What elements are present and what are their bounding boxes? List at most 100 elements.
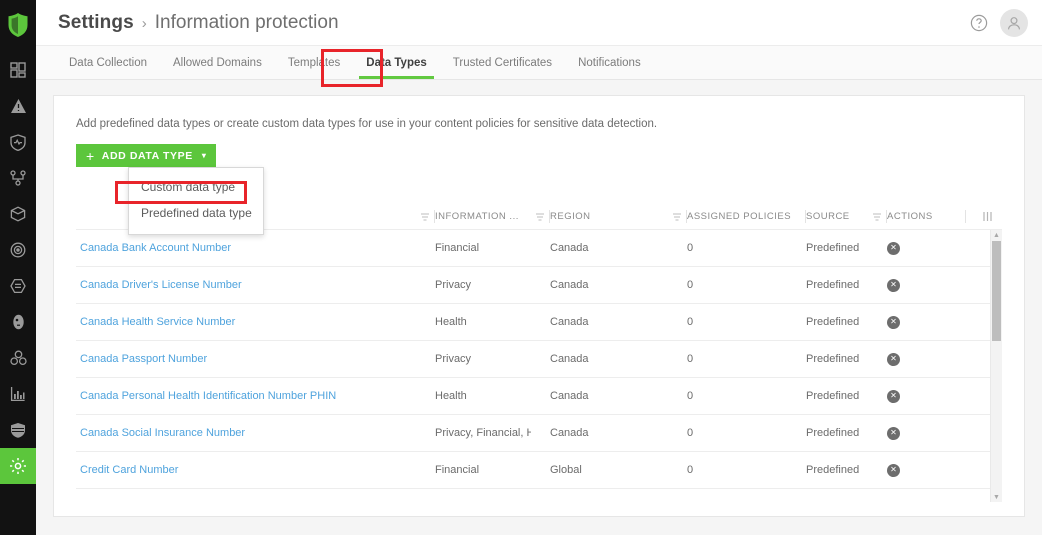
cell-region: Canada xyxy=(550,316,589,328)
scrollbar-thumb[interactable] xyxy=(992,241,1001,341)
cell-name[interactable]: Canada Bank Account Number xyxy=(76,242,416,254)
add-data-type-button[interactable]: + ADD DATA TYPE ▾ xyxy=(76,144,217,167)
cell-region: Global xyxy=(550,464,582,476)
menu-item-predefined-data-type[interactable]: Predefined data type xyxy=(129,200,263,226)
cell-actions: ✕ xyxy=(887,352,965,366)
cell-name[interactable]: Canada Health Service Number xyxy=(76,316,416,328)
scroll-up-arrow-icon[interactable]: ▲ xyxy=(991,230,1002,240)
page-description: Add predefined data types or create cust… xyxy=(76,118,658,130)
table-row[interactable]: Canada Passport Number Privacy Canada 0 … xyxy=(76,341,1002,378)
tab-templates[interactable]: Templates xyxy=(275,46,353,79)
table-row[interactable]: Canada Bank Account Number Financial Can… xyxy=(76,230,1002,267)
sidebar-item-documents[interactable] xyxy=(0,268,36,304)
delete-circle-icon[interactable]: ✕ xyxy=(887,463,900,477)
cell-information-type: Health xyxy=(435,316,467,328)
cell-source: Predefined xyxy=(806,279,860,291)
column-header-region[interactable]: REGION xyxy=(550,204,668,230)
cell-actions: ✕ xyxy=(887,463,965,477)
help-circle-icon[interactable] xyxy=(970,14,988,32)
menu-item-custom-data-type[interactable]: Custom data type xyxy=(129,174,263,200)
column-header-actions: ACTIONS xyxy=(887,204,965,230)
cell-name[interactable]: Canada Social Insurance Number xyxy=(76,427,416,439)
delete-circle-icon[interactable]: ✕ xyxy=(887,278,900,292)
sidebar-item-alerts[interactable] xyxy=(0,88,36,124)
plus-icon: + xyxy=(86,147,95,164)
sidebar-item-integrations[interactable] xyxy=(0,340,36,376)
cell-assigned-policies: 0 xyxy=(687,242,694,254)
table-body: Canada Bank Account Number Financial Can… xyxy=(76,230,1002,502)
breadcrumb-separator-icon: › xyxy=(141,14,147,32)
cell-information-type: Privacy xyxy=(435,353,472,365)
sidebar-item-targets[interactable] xyxy=(0,232,36,268)
table-vertical-scrollbar[interactable]: ▲ ▼ xyxy=(990,230,1002,502)
cell-information-type: Privacy, Financial, Healt xyxy=(435,427,531,439)
cell-source: Predefined xyxy=(806,390,860,402)
column-header-assigned-policies[interactable]: ASSIGNED POLICIES xyxy=(687,204,805,230)
sidebar-item-assets[interactable] xyxy=(0,196,36,232)
scroll-down-arrow-icon[interactable]: ▼ xyxy=(991,492,1002,502)
sidebar-item-threat-protection[interactable] xyxy=(0,124,36,160)
cell-source: Predefined xyxy=(806,242,860,254)
table-row[interactable]: Canada Driver's License Number Privacy C… xyxy=(76,267,1002,304)
user-avatar[interactable] xyxy=(1000,8,1028,37)
delete-circle-icon[interactable]: ✕ xyxy=(887,426,900,440)
cell-information-type: Financial xyxy=(435,464,480,476)
cell-assigned-policies: 0 xyxy=(687,464,694,476)
filter-icon-source[interactable] xyxy=(868,212,886,222)
delete-circle-icon[interactable]: ✕ xyxy=(887,389,900,403)
shield-pulse-icon xyxy=(10,133,26,151)
cell-information-type: Privacy xyxy=(435,279,472,291)
cell-assigned-policies: 0 xyxy=(687,390,694,402)
cell-region: Canada xyxy=(550,390,589,402)
molecule-cluster-icon xyxy=(9,350,27,366)
table-row[interactable]: Canada Social Insurance Number Privacy, … xyxy=(76,415,1002,452)
delete-circle-icon[interactable]: ✕ xyxy=(887,352,900,366)
tab-label: Data Types xyxy=(366,56,427,69)
table-row[interactable]: Canada Personal Health Identification Nu… xyxy=(76,378,1002,415)
sidebar-item-web-security[interactable] xyxy=(0,412,36,448)
sidebar-item-identity[interactable] xyxy=(0,304,36,340)
filter-icon-region[interactable] xyxy=(668,212,686,222)
target-icon xyxy=(10,242,26,258)
content-card: Add predefined data types or create cust… xyxy=(53,95,1025,517)
filter-icon-name[interactable] xyxy=(416,212,434,222)
cell-name[interactable]: Canada Driver's License Number xyxy=(76,279,416,291)
toolbar: + ADD DATA TYPE ▾ Custom data type Prede… xyxy=(54,130,1024,235)
cell-region: Canada xyxy=(550,279,589,291)
breadcrumb: Settings › Information protection xyxy=(58,12,339,34)
delete-circle-icon[interactable]: ✕ xyxy=(887,241,900,255)
sidebar-item-network[interactable] xyxy=(0,160,36,196)
delete-circle-icon[interactable]: ✕ xyxy=(887,315,900,329)
tab-label: Notifications xyxy=(578,56,641,69)
tab-data-types[interactable]: Data Types xyxy=(353,46,440,79)
cell-name[interactable]: Canada Personal Health Identification Nu… xyxy=(76,390,416,402)
sidebar-item-settings[interactable] xyxy=(0,448,36,484)
breadcrumb-root[interactable]: Settings xyxy=(58,12,134,34)
sidebar-item-reports[interactable] xyxy=(0,376,36,412)
column-header-source[interactable]: SOURCE xyxy=(806,204,868,230)
tab-data-collection[interactable]: Data Collection xyxy=(56,46,160,79)
app-window: Settings › Information protection Data C… xyxy=(0,0,1042,535)
table-row[interactable]: Credit Card Number Financial Global 0 Pr… xyxy=(76,452,1002,489)
cell-name[interactable]: Canada Passport Number xyxy=(76,353,416,365)
tab-trusted-certificates[interactable]: Trusted Certificates xyxy=(440,46,565,79)
filter-icon-information-type[interactable] xyxy=(531,212,549,222)
cell-assigned-policies: 0 xyxy=(687,316,694,328)
cell-assigned-policies: 0 xyxy=(687,353,694,365)
column-chooser-icon[interactable] xyxy=(966,211,1002,222)
data-types-table: INFORMATION ... REGION ASSIGNED POLICIES… xyxy=(76,204,1002,502)
cell-name[interactable]: Credit Card Number xyxy=(76,464,416,476)
cell-region: Canada xyxy=(550,242,589,254)
tab-allowed-domains[interactable]: Allowed Domains xyxy=(160,46,275,79)
table-row[interactable]: Canada Health Service Number Health Cana… xyxy=(76,304,1002,341)
tab-notifications[interactable]: Notifications xyxy=(565,46,654,79)
sidebar-item-dashboard[interactable] xyxy=(0,52,36,88)
column-header-label: INFORMATION ... xyxy=(435,211,519,222)
settings-gear-icon xyxy=(9,457,27,475)
cell-source: Predefined xyxy=(806,316,860,328)
top-bar-actions xyxy=(970,8,1028,37)
network-topology-icon xyxy=(10,170,26,186)
column-header-information-type[interactable]: INFORMATION ... xyxy=(435,204,531,230)
column-header-label: SOURCE xyxy=(806,211,850,222)
cell-assigned-policies: 0 xyxy=(687,279,694,291)
